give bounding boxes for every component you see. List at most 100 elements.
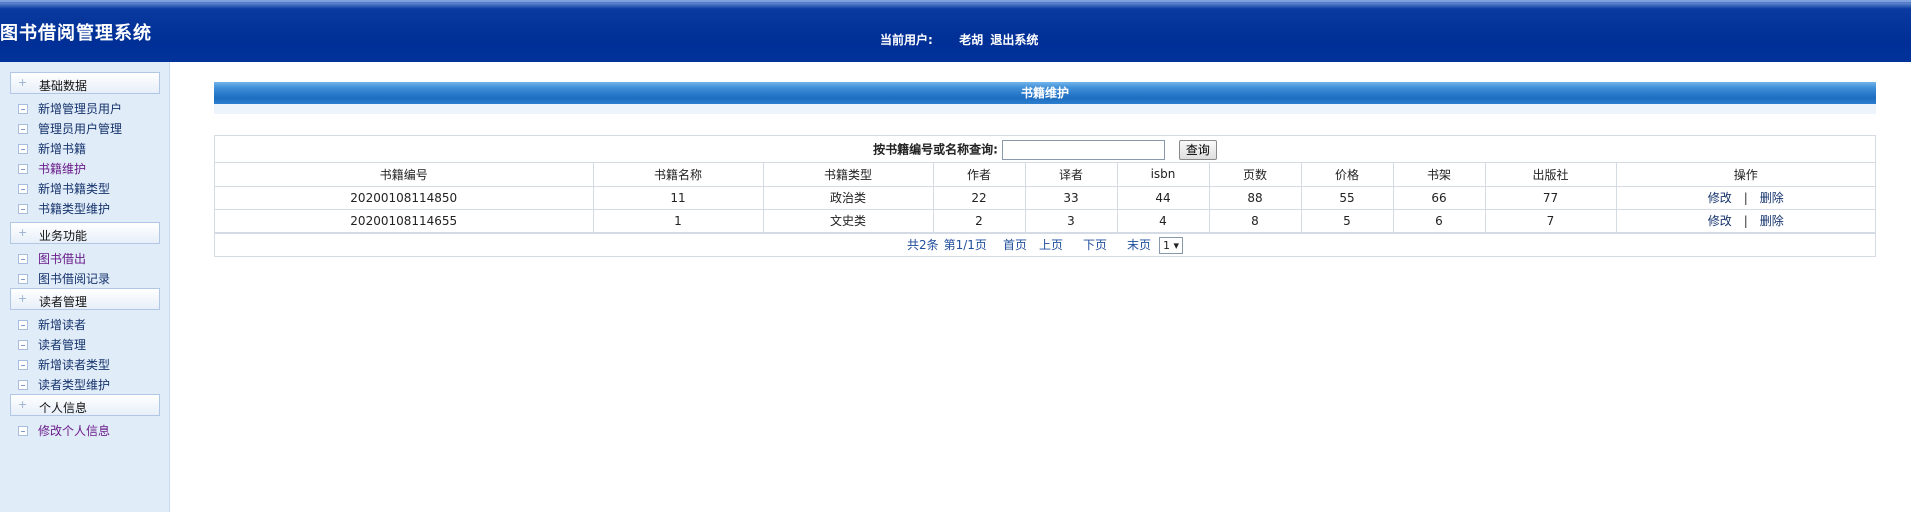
panel-title-bar: 书籍维护 [214, 82, 1876, 104]
sidebar-group-business[interactable]: + 业务功能 [10, 222, 160, 244]
sidebar-item-reader-type-maintenance[interactable]: 读者类型维护 [18, 376, 110, 392]
sidebar-group-readers[interactable]: + 读者管理 [10, 288, 160, 310]
sidebar-item-add-book[interactable]: 新增书籍 [18, 140, 86, 156]
cell-isbn: 4 [1116, 208, 1210, 233]
panel-subbar [214, 104, 1876, 114]
current-username: 老胡 [959, 33, 984, 47]
collapse-icon [18, 103, 28, 114]
search-button[interactable]: 查询 [1178, 139, 1217, 160]
cell-book-id: 20200108114655 [215, 208, 594, 233]
collapse-icon [18, 273, 28, 284]
col-header-price: 价格 [1300, 163, 1394, 187]
cell-actions: 修改 | 删除 [1615, 185, 1875, 210]
pager: 共2条 第1/1页 首页 上页 下页 末页 1 ▾ [215, 232, 1875, 256]
sidebar-item-add-reader[interactable]: 新增读者 [18, 316, 86, 332]
collapse-icon [18, 203, 28, 214]
table-header-row: 书籍编号 书籍名称 书籍类型 作者 译者 isbn 页数 价格 书架 出版社 操… [215, 163, 1875, 187]
search-input[interactable] [1001, 139, 1165, 160]
cell-book-type: 政治类 [762, 185, 934, 210]
cell-book-type: 文史类 [762, 208, 934, 233]
collapse-icon [18, 253, 28, 264]
pager-first-link[interactable]: 首页 [1003, 238, 1027, 252]
table-row: 20200108114850 11 政治类 22 33 44 88 55 66 … [215, 185, 1875, 210]
search-label: 按书籍编号或名称查询: [873, 142, 998, 157]
sidebar-item-book-maintenance[interactable]: 书籍维护 [18, 160, 86, 176]
collapse-icon [18, 359, 28, 370]
collapse-icon [18, 143, 28, 154]
sidebar-item-admin-management[interactable]: 管理员用户管理 [18, 120, 122, 136]
col-header-actions: 操作 [1615, 163, 1875, 187]
col-header-author: 作者 [932, 163, 1026, 187]
collapse-icon [18, 163, 28, 174]
col-header-book-type: 书籍类型 [762, 163, 934, 187]
pager-next-link[interactable]: 下页 [1083, 238, 1107, 252]
pager-prev-link[interactable]: 上页 [1039, 238, 1063, 252]
header-top-line [0, 0, 1911, 2]
collapse-icon [18, 319, 28, 330]
delete-link[interactable]: 删除 [1760, 214, 1784, 228]
cell-author: 22 [932, 185, 1026, 210]
col-header-pages: 页数 [1208, 163, 1302, 187]
cell-price: 55 [1300, 185, 1394, 210]
sidebar-item-book-lend[interactable]: 图书借出 [18, 250, 86, 266]
cell-translator: 3 [1024, 208, 1118, 233]
cell-publisher: 77 [1484, 185, 1617, 210]
pager-total: 共2条 [906, 237, 939, 252]
col-header-shelf: 书架 [1392, 163, 1486, 187]
cell-pages: 88 [1208, 185, 1302, 210]
logout-link[interactable]: 退出系统 [990, 33, 1038, 47]
sidebar: + 基础数据 新增管理员用户 管理员用户管理 新增书籍 书籍维护 新增书籍类型 … [0, 62, 170, 512]
cell-author: 2 [932, 208, 1026, 233]
pager-last-link[interactable]: 末页 [1127, 238, 1151, 252]
sidebar-item-add-book-type[interactable]: 新增书籍类型 [18, 180, 110, 196]
expand-icon: + [18, 76, 28, 89]
expand-icon: + [18, 292, 28, 305]
pager-current-page: 第1/1页 [943, 237, 987, 252]
panel-title: 书籍维护 [1020, 86, 1069, 100]
edit-link[interactable]: 修改 [1708, 214, 1732, 228]
book-table: 书籍编号 书籍名称 书籍类型 作者 译者 isbn 页数 价格 书架 出版社 操… [215, 163, 1875, 233]
cell-translator: 33 [1024, 185, 1118, 210]
col-header-publisher: 出版社 [1484, 163, 1617, 187]
table-row: 20200108114655 1 文史类 2 3 4 8 5 6 7 修改 | 删除 [215, 208, 1875, 233]
expand-icon: + [18, 398, 28, 411]
sidebar-group-basic-data[interactable]: + 基础数据 [10, 72, 160, 94]
cell-isbn: 44 [1116, 185, 1210, 210]
col-header-book-id: 书籍编号 [215, 163, 594, 187]
cell-book-name: 11 [592, 185, 764, 210]
sidebar-item-add-admin[interactable]: 新增管理员用户 [18, 100, 122, 116]
collapse-icon [18, 339, 28, 350]
sidebar-item-add-reader-type[interactable]: 新增读者类型 [18, 356, 110, 372]
sidebar-group-personal-info[interactable]: + 个人信息 [10, 394, 160, 416]
cell-book-id: 20200108114850 [215, 185, 594, 210]
book-grid: 按书籍编号或名称查询: 查询 书籍编号 书籍名称 书籍类型 作者 译者 isbn … [214, 135, 1876, 257]
action-separator: | [1743, 214, 1748, 228]
app-title: 图书借阅管理系统 [0, 23, 152, 44]
cell-price: 5 [1300, 208, 1394, 233]
action-separator: | [1743, 191, 1748, 205]
delete-link[interactable]: 删除 [1760, 191, 1784, 205]
sidebar-item-book-type-maintenance[interactable]: 书籍类型维护 [18, 200, 110, 216]
col-header-book-name: 书籍名称 [592, 163, 764, 187]
expand-icon: + [18, 226, 28, 239]
cell-pages: 8 [1208, 208, 1302, 233]
collapse-icon [18, 379, 28, 390]
col-header-translator: 译者 [1024, 163, 1118, 187]
sidebar-item-reader-management[interactable]: 读者管理 [18, 336, 86, 352]
collapse-icon [18, 183, 28, 194]
header: 图书借阅管理系统 当前用户: 老胡 退出系统 [0, 0, 1911, 62]
page-select[interactable]: 1 ▾ [1159, 236, 1184, 254]
collapse-icon [18, 123, 28, 134]
collapse-icon [18, 425, 28, 436]
col-header-isbn: isbn [1116, 163, 1210, 187]
sidebar-item-edit-profile[interactable]: 修改个人信息 [18, 422, 110, 438]
sidebar-item-borrow-records[interactable]: 图书借阅记录 [18, 270, 110, 286]
search-row: 按书籍编号或名称查询: 查询 [215, 136, 1875, 163]
cell-shelf: 66 [1392, 185, 1486, 210]
cell-shelf: 6 [1392, 208, 1486, 233]
cell-publisher: 7 [1484, 208, 1617, 233]
cell-book-name: 1 [592, 208, 764, 233]
cell-actions: 修改 | 删除 [1615, 208, 1875, 233]
current-user-label: 当前用户: [880, 33, 933, 47]
edit-link[interactable]: 修改 [1708, 191, 1732, 205]
